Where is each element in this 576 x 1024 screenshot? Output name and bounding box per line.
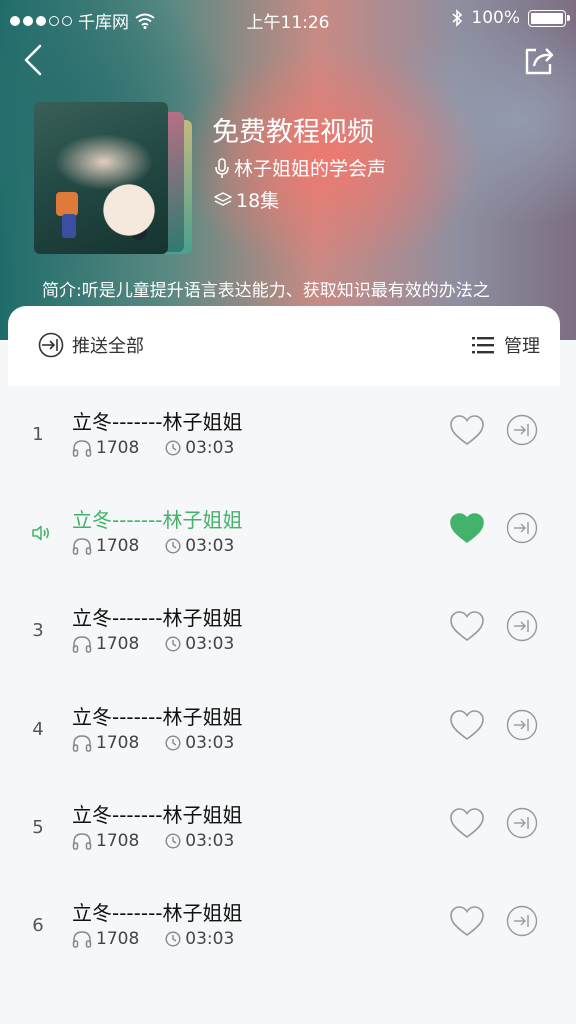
- like-button[interactable]: [448, 608, 486, 644]
- track-meta: 1708 03:03: [72, 634, 234, 654]
- status-bar: 千库网 上午11:26 100%: [0, 0, 576, 38]
- battery-icon: [528, 9, 570, 27]
- push-icon: [38, 332, 64, 358]
- track-number: 6: [32, 915, 44, 936]
- push-track-button[interactable]: [506, 905, 538, 937]
- manage-label: 管理: [504, 336, 540, 357]
- headphones-icon: [72, 734, 92, 752]
- track-row[interactable]: 6 立冬-------林子姐姐 1708 03:03: [0, 879, 576, 977]
- push-all-label: 推送全部: [72, 336, 144, 357]
- push-all-button[interactable]: 推送全部: [38, 332, 144, 358]
- track-title: 立冬-------林子姐姐: [72, 901, 243, 925]
- status-right: 100%: [451, 8, 570, 28]
- bluetooth-icon: [452, 9, 463, 27]
- track-row[interactable]: 3 立冬-------林子姐姐 1708 03:03: [0, 584, 576, 682]
- track-duration: 03:03: [185, 634, 235, 655]
- track-title: 立冬-------林子姐姐: [72, 606, 243, 631]
- battery-percent: 100%: [471, 8, 520, 28]
- clock-icon: [165, 440, 181, 456]
- clock-icon: [165, 735, 181, 751]
- share-button[interactable]: [522, 44, 556, 78]
- track-number: 4: [32, 718, 44, 740]
- headphones-icon: [72, 636, 92, 654]
- track-row[interactable]: 1 立冬-------林子姐姐 1708 03:03: [0, 388, 576, 486]
- share-icon: [525, 48, 554, 75]
- like-button[interactable]: [448, 805, 486, 841]
- push-track-button[interactable]: [506, 807, 538, 839]
- push-icon: [506, 512, 538, 544]
- track-title: 立冬-------林子姐姐: [72, 802, 243, 827]
- like-button[interactable]: [448, 903, 486, 939]
- headphones-icon: [72, 440, 92, 457]
- track-meta: 1708 03:03: [72, 438, 234, 458]
- clock-icon: [165, 931, 181, 947]
- heart-icon: [450, 415, 484, 445]
- clock-icon: [165, 538, 181, 554]
- push-track-button[interactable]: [506, 512, 538, 544]
- track-meta: 1708 03:03: [72, 536, 234, 556]
- microphone-icon: [215, 157, 229, 178]
- track-number: 5: [32, 816, 44, 838]
- track-title: 立冬-------林子姐姐: [72, 508, 243, 533]
- play-count: 1708: [96, 634, 140, 655]
- track-duration: 03:03: [185, 438, 235, 458]
- track-meta: 1708 03:03: [72, 831, 234, 851]
- track-title: 立冬-------林子姐姐: [72, 704, 243, 729]
- list-icon: [472, 337, 494, 354]
- track-duration: 03:03: [185, 536, 235, 557]
- album-intro: 简介:听是儿童提升语言表达能力、获取知识最有效的办法之: [42, 281, 490, 301]
- author-name: 林子姐姐的学会声: [234, 158, 387, 180]
- track-number: 3: [32, 620, 44, 642]
- heart-icon: [450, 807, 484, 838]
- play-count: 1708: [96, 438, 140, 458]
- track-meta: 1708 03:03: [72, 929, 234, 949]
- headphones-icon: [72, 931, 92, 948]
- push-track-button[interactable]: [506, 414, 538, 446]
- push-track-button[interactable]: [506, 610, 538, 642]
- album-author: 林子姐姐的学会声: [214, 154, 386, 181]
- album-cover: [34, 102, 194, 256]
- like-button[interactable]: [448, 412, 486, 448]
- track-toolbar: 推送全部 管理: [8, 306, 560, 386]
- chevron-left-icon: [24, 44, 42, 76]
- heart-icon: [450, 611, 484, 642]
- heart-icon: [450, 513, 484, 544]
- play-count: 1708: [96, 929, 140, 949]
- back-button[interactable]: [20, 42, 50, 78]
- push-icon: [506, 709, 538, 740]
- heart-icon: [450, 709, 484, 740]
- speaker-icon: [30, 522, 52, 544]
- like-button[interactable]: [448, 510, 486, 546]
- episode-count: 18集: [236, 190, 280, 212]
- track-row[interactable]: 立冬-------林子姐姐 1708 03:03: [0, 486, 576, 584]
- play-count: 1708: [96, 732, 140, 753]
- track-row[interactable]: 4 立冬-------林子姐姐 1708 03:03: [0, 683, 576, 781]
- layers-icon: [214, 191, 232, 206]
- push-track-button[interactable]: [506, 709, 538, 741]
- push-icon: [506, 611, 538, 642]
- manage-button[interactable]: 管理: [472, 332, 540, 358]
- album-episodes: 18集: [214, 186, 279, 213]
- headphones-icon: [72, 538, 92, 555]
- heart-icon: [450, 906, 484, 936]
- push-icon: [506, 905, 538, 937]
- album-title: 免费教程视频: [212, 117, 374, 148]
- like-button[interactable]: [448, 707, 486, 743]
- play-count: 1708: [96, 536, 140, 557]
- track-row[interactable]: 5 立冬-------林子姐姐 1708 03:03: [0, 781, 576, 879]
- track-duration: 03:03: [185, 732, 235, 753]
- track-duration: 03:03: [185, 830, 235, 851]
- track-meta: 1708 03:03: [72, 733, 234, 753]
- clock-icon: [165, 833, 181, 849]
- headphones-icon: [72, 833, 92, 850]
- play-count: 1708: [96, 830, 140, 851]
- push-icon: [506, 807, 538, 838]
- track-number: 1: [32, 424, 44, 445]
- clock-icon: [165, 636, 181, 652]
- track-duration: 03:03: [185, 929, 235, 949]
- track-title: 立冬-------林子姐姐: [72, 410, 243, 434]
- push-icon: [506, 414, 538, 446]
